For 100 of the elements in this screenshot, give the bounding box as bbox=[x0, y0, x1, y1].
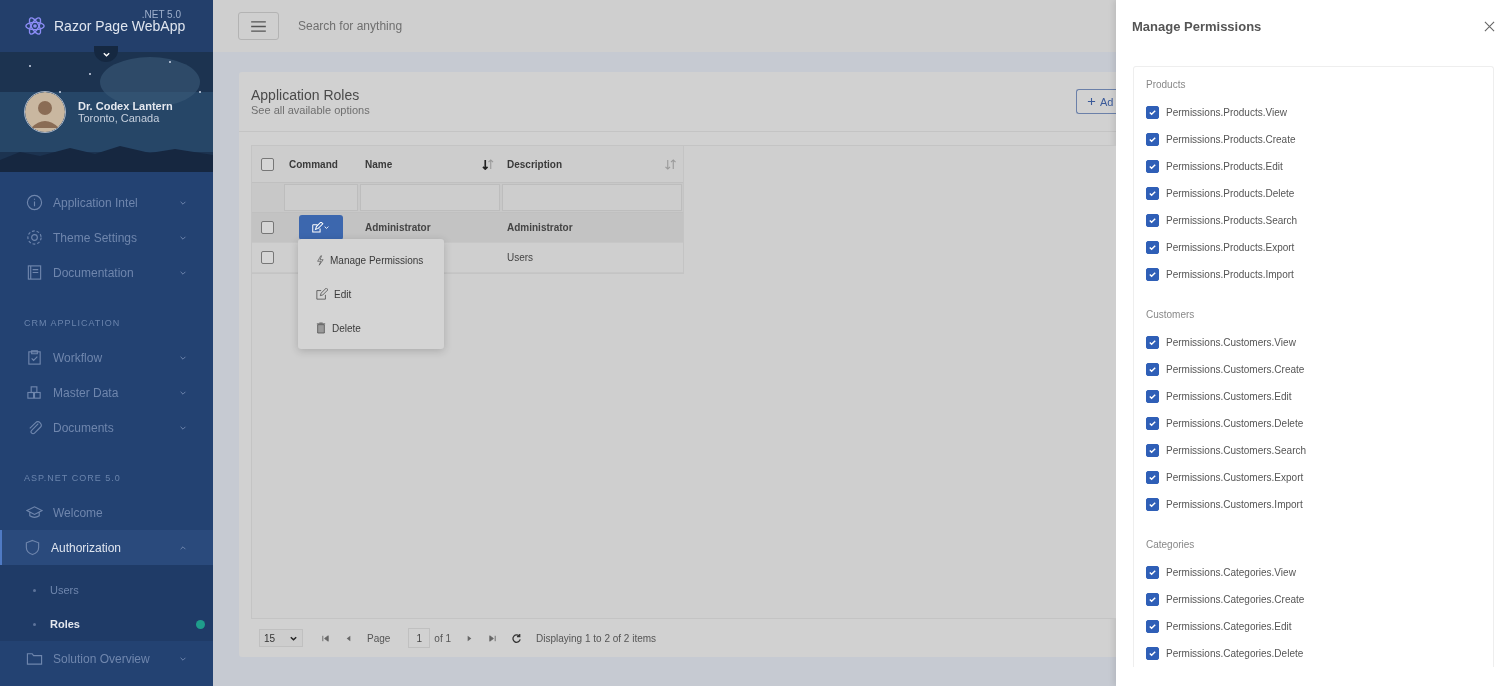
nav-section-heading: ASP.NET CORE 5.0 bbox=[23, 472, 122, 485]
checkbox[interactable] bbox=[1146, 133, 1159, 146]
permission-checkbox[interactable]: Permissions.Customers.Edit bbox=[1146, 383, 1481, 410]
checkbox[interactable] bbox=[1146, 268, 1159, 281]
permission-checkbox[interactable]: Permissions.Products.View bbox=[1146, 99, 1481, 126]
check-icon bbox=[1148, 473, 1157, 482]
checkbox[interactable] bbox=[1146, 214, 1159, 227]
version-label: .NET 5.0 bbox=[141, 9, 181, 20]
table-cell: Administrator bbox=[365, 222, 431, 233]
profile-location: Toronto, Canada bbox=[78, 112, 161, 124]
checkbox[interactable] bbox=[1146, 363, 1159, 376]
page-number-field[interactable]: 1 bbox=[408, 628, 431, 648]
checkbox[interactable] bbox=[1146, 566, 1159, 579]
close-icon[interactable] bbox=[1484, 20, 1495, 32]
checkbox[interactable] bbox=[1146, 187, 1159, 200]
pager-status: Displaying 1 to 2 of 2 items bbox=[536, 632, 657, 644]
check-icon bbox=[1148, 595, 1157, 604]
check-icon bbox=[1148, 135, 1157, 144]
page-count: of 1 bbox=[434, 632, 452, 644]
checkbox[interactable] bbox=[1146, 471, 1159, 484]
check-icon bbox=[1148, 622, 1157, 631]
info-icon bbox=[26, 194, 43, 211]
check-icon bbox=[1148, 243, 1157, 252]
clipboard-icon bbox=[26, 349, 43, 366]
column-header[interactable]: Command bbox=[283, 146, 359, 182]
menu-button[interactable] bbox=[238, 12, 279, 40]
collapse-button[interactable] bbox=[94, 46, 118, 62]
column-header[interactable]: Name bbox=[359, 146, 501, 182]
menu-icon bbox=[251, 20, 266, 32]
checkbox[interactable] bbox=[261, 221, 274, 234]
checkbox[interactable] bbox=[1146, 593, 1159, 606]
check-icon bbox=[1148, 392, 1157, 401]
checkbox[interactable] bbox=[1146, 417, 1159, 430]
permission-checkbox[interactable]: Permissions.Customers.Export bbox=[1146, 464, 1481, 491]
column-header[interactable]: Description bbox=[501, 146, 683, 182]
permission-checkbox[interactable]: Permissions.Products.Edit bbox=[1146, 153, 1481, 180]
check-icon bbox=[1148, 419, 1157, 428]
permission-checkbox[interactable]: Permissions.Categories.Edit bbox=[1146, 613, 1481, 640]
checkbox[interactable] bbox=[1146, 336, 1159, 349]
last-page-icon[interactable] bbox=[488, 633, 498, 643]
permission-checkbox[interactable]: Permissions.Customers.Create bbox=[1146, 356, 1481, 383]
card-subtitle: See all available options bbox=[251, 104, 370, 116]
check-icon bbox=[1148, 365, 1157, 374]
profile-name: Dr. Codex Lantern bbox=[78, 100, 173, 112]
checkbox[interactable] bbox=[1146, 106, 1159, 119]
checkbox[interactable] bbox=[1146, 390, 1159, 403]
menu-item[interactable]: Edit bbox=[298, 277, 444, 311]
checkbox[interactable] bbox=[1146, 444, 1159, 457]
page-size-select[interactable]: 15 bbox=[259, 629, 303, 647]
command-button[interactable] bbox=[299, 215, 343, 240]
bullet-icon bbox=[33, 622, 36, 626]
avatar bbox=[24, 91, 66, 133]
permission-checkbox[interactable]: Permissions.Products.Search bbox=[1146, 207, 1481, 234]
previous-page-icon[interactable] bbox=[344, 633, 353, 643]
bolt-icon bbox=[316, 254, 324, 266]
permission-checkbox[interactable]: Permissions.Products.Create bbox=[1146, 126, 1481, 153]
drawer-title: Manage Permissions bbox=[1132, 18, 1262, 34]
permission-checkbox[interactable]: Permissions.Customers.View bbox=[1146, 329, 1481, 356]
permission-checkbox[interactable]: Permissions.Categories.View bbox=[1146, 559, 1481, 586]
permission-checkbox[interactable]: Permissions.Categories.Delete bbox=[1146, 640, 1481, 667]
permission-checkbox[interactable]: Permissions.Customers.Delete bbox=[1146, 410, 1481, 437]
group-heading: Customers bbox=[1146, 309, 1196, 320]
permission-checkbox[interactable]: Permissions.Products.Export bbox=[1146, 234, 1481, 261]
checkbox[interactable] bbox=[1146, 647, 1159, 660]
table-cell: Administrator bbox=[507, 222, 573, 233]
nav-item[interactable]: Authorization bbox=[0, 530, 213, 565]
book-icon bbox=[26, 264, 43, 281]
group-heading: Products bbox=[1146, 79, 1187, 90]
menu-item[interactable]: Delete bbox=[298, 311, 444, 345]
check-icon bbox=[1148, 270, 1157, 279]
checkbox[interactable] bbox=[261, 157, 274, 171]
permission-checkbox[interactable]: Permissions.Products.Import bbox=[1146, 261, 1481, 288]
check-icon bbox=[1148, 189, 1157, 198]
cap-icon bbox=[26, 504, 43, 521]
first-page-icon[interactable] bbox=[321, 633, 330, 643]
checkbox[interactable] bbox=[261, 251, 274, 264]
plus-icon bbox=[1087, 97, 1096, 106]
permission-checkbox[interactable]: Permissions.Customers.Import bbox=[1146, 491, 1481, 518]
checkbox[interactable] bbox=[1146, 241, 1159, 254]
checkbox[interactable] bbox=[1146, 620, 1159, 633]
boxes-icon bbox=[26, 384, 43, 401]
table-row[interactable]: Administrator Administrator bbox=[252, 213, 683, 243]
check-icon bbox=[1148, 338, 1157, 347]
page-label: Page bbox=[367, 632, 391, 644]
nav-subitem[interactable]: Roles bbox=[0, 607, 213, 641]
card-title: Application Roles bbox=[251, 87, 361, 103]
gear-icon bbox=[26, 229, 43, 246]
nav-section-heading: CRM APPLICATION bbox=[23, 317, 122, 330]
edit-icon bbox=[316, 288, 328, 300]
permission-checkbox[interactable]: Permissions.Customers.Search bbox=[1146, 437, 1481, 464]
check-icon bbox=[1148, 162, 1157, 171]
search-field[interactable]: Search for anything bbox=[296, 18, 600, 34]
permission-checkbox[interactable]: Permissions.Categories.Create bbox=[1146, 586, 1481, 613]
refresh-icon[interactable] bbox=[511, 632, 523, 644]
check-icon bbox=[1148, 500, 1157, 509]
permission-checkbox[interactable]: Permissions.Products.Delete bbox=[1146, 180, 1481, 207]
check-icon bbox=[1148, 108, 1157, 117]
checkbox[interactable] bbox=[1146, 160, 1159, 173]
bullet-icon bbox=[33, 588, 36, 592]
checkbox[interactable] bbox=[1146, 498, 1159, 511]
